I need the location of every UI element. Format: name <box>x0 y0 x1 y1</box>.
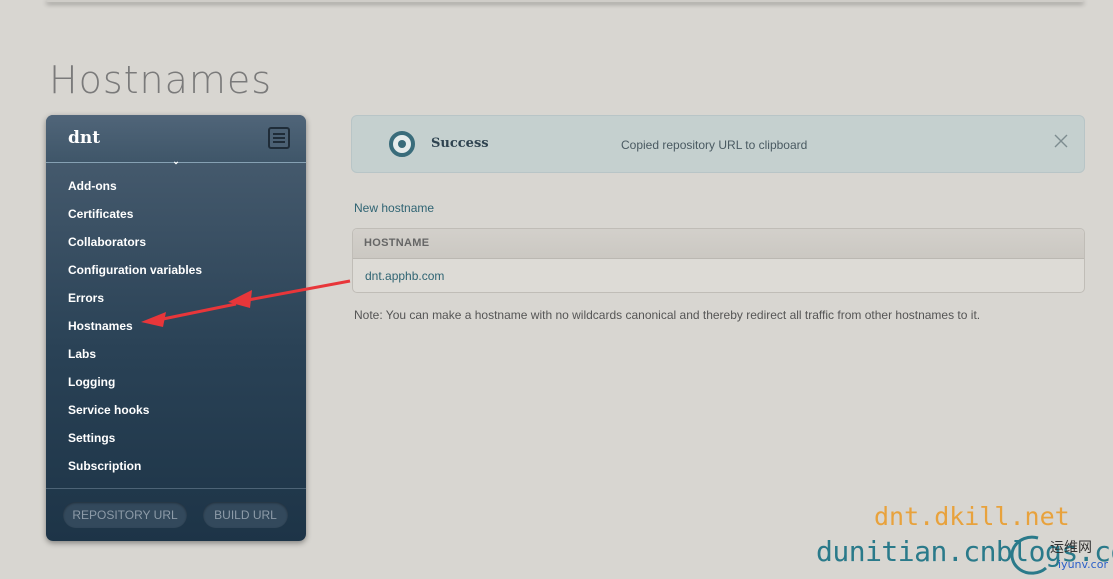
sidebar-item-logging[interactable]: Logging <box>46 368 306 396</box>
build-url-button[interactable]: BUILD URL <box>203 502 288 528</box>
sidebar-nav: Add-ons Certificates Collaborators Confi… <box>46 163 306 480</box>
table-row: dnt.apphb.com <box>353 259 1084 292</box>
sidebar-item-certificates[interactable]: Certificates <box>46 200 306 228</box>
sidebar-item-collaborators[interactable]: Collaborators <box>46 228 306 256</box>
iyunv-logo: 运维网 iyunv.com <box>1010 535 1108 575</box>
hostname-table: HOSTNAME dnt.apphb.com <box>352 228 1085 293</box>
logo-text: 运维网 <box>1050 540 1092 556</box>
menu-icon[interactable] <box>268 127 290 149</box>
sidebar-item-labs[interactable]: Labs <box>46 340 306 368</box>
notice-message: Copied repository URL to clipboard <box>621 138 808 152</box>
new-hostname-link[interactable]: New hostname <box>354 201 434 215</box>
success-icon <box>389 131 415 157</box>
table-header-hostname: HOSTNAME <box>353 229 1084 259</box>
sidebar-header: dnt ⌄ <box>46 115 306 165</box>
canonical-note: Note: You can make a hostname with no wi… <box>354 308 981 322</box>
logo-sub: iyunv.com <box>1058 558 1108 571</box>
sidebar-item-configuration-variables[interactable]: Configuration variables <box>46 256 306 284</box>
repository-url-button[interactable]: REPOSITORY URL <box>63 502 187 528</box>
top-bar <box>46 0 1084 2</box>
sidebar-item-service-hooks[interactable]: Service hooks <box>46 396 306 424</box>
sidebar-item-add-ons[interactable]: Add-ons <box>46 172 306 200</box>
close-icon[interactable] <box>1052 132 1070 150</box>
watermark-line1: dnt.dkill.net <box>874 502 1070 531</box>
notice-title: Success <box>431 136 489 151</box>
sidebar-footer: REPOSITORY URL BUILD URL <box>46 488 306 541</box>
app-name: dnt <box>68 128 101 148</box>
hostname-link[interactable]: dnt.apphb.com <box>365 269 444 283</box>
sidebar-item-errors[interactable]: Errors <box>46 284 306 312</box>
sidebar-item-settings[interactable]: Settings <box>46 424 306 452</box>
sidebar-item-subscription[interactable]: Subscription <box>46 452 306 480</box>
sidebar-item-hostnames[interactable]: Hostnames <box>46 312 306 340</box>
success-notice: Success Copied repository URL to clipboa… <box>351 115 1085 173</box>
sidebar: dnt ⌄ Add-ons Certificates Collaborators… <box>46 115 306 541</box>
chevron-down-icon[interactable]: ⌄ <box>170 155 182 167</box>
page-title: Hostnames <box>49 58 273 102</box>
